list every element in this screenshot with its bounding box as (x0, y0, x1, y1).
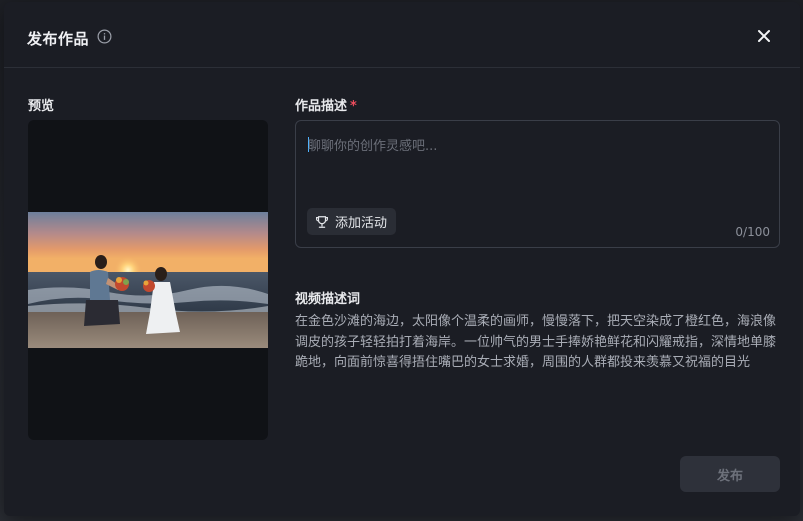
dialog-header: 发布作品 (4, 2, 800, 68)
description-box: 添加活动 0/100 (295, 120, 780, 248)
description-label: 作品描述 * (295, 95, 357, 114)
publish-dialog: 发布作品 预览 作品描述 * 聊聊你的创作灵感吧... 添加活动 0/100 视… (4, 2, 800, 516)
info-icon[interactable] (97, 29, 112, 44)
preview-label: 预览 (28, 99, 55, 114)
close-icon[interactable] (756, 28, 772, 44)
required-mark: * (350, 99, 357, 114)
description-input[interactable] (308, 135, 768, 195)
video-preview[interactable] (28, 120, 268, 440)
character-counter: 0/100 (735, 225, 770, 239)
add-activity-button[interactable]: 添加活动 (307, 208, 397, 235)
trophy-icon (316, 215, 328, 228)
video-description-text: 在金色沙滩的海边，太阳像个温柔的画师，慢慢落下，把天空染成了橙红色，海浪像调皮的… (295, 314, 777, 370)
dialog-title: 发布作品 (27, 30, 90, 48)
description-label-text: 作品描述 (295, 99, 348, 114)
add-activity-label: 添加活动 (335, 216, 388, 231)
preview-thumbnail (28, 212, 268, 348)
publish-button[interactable]: 发布 (680, 456, 780, 492)
video-description-label: 视频描述词 (295, 292, 361, 307)
